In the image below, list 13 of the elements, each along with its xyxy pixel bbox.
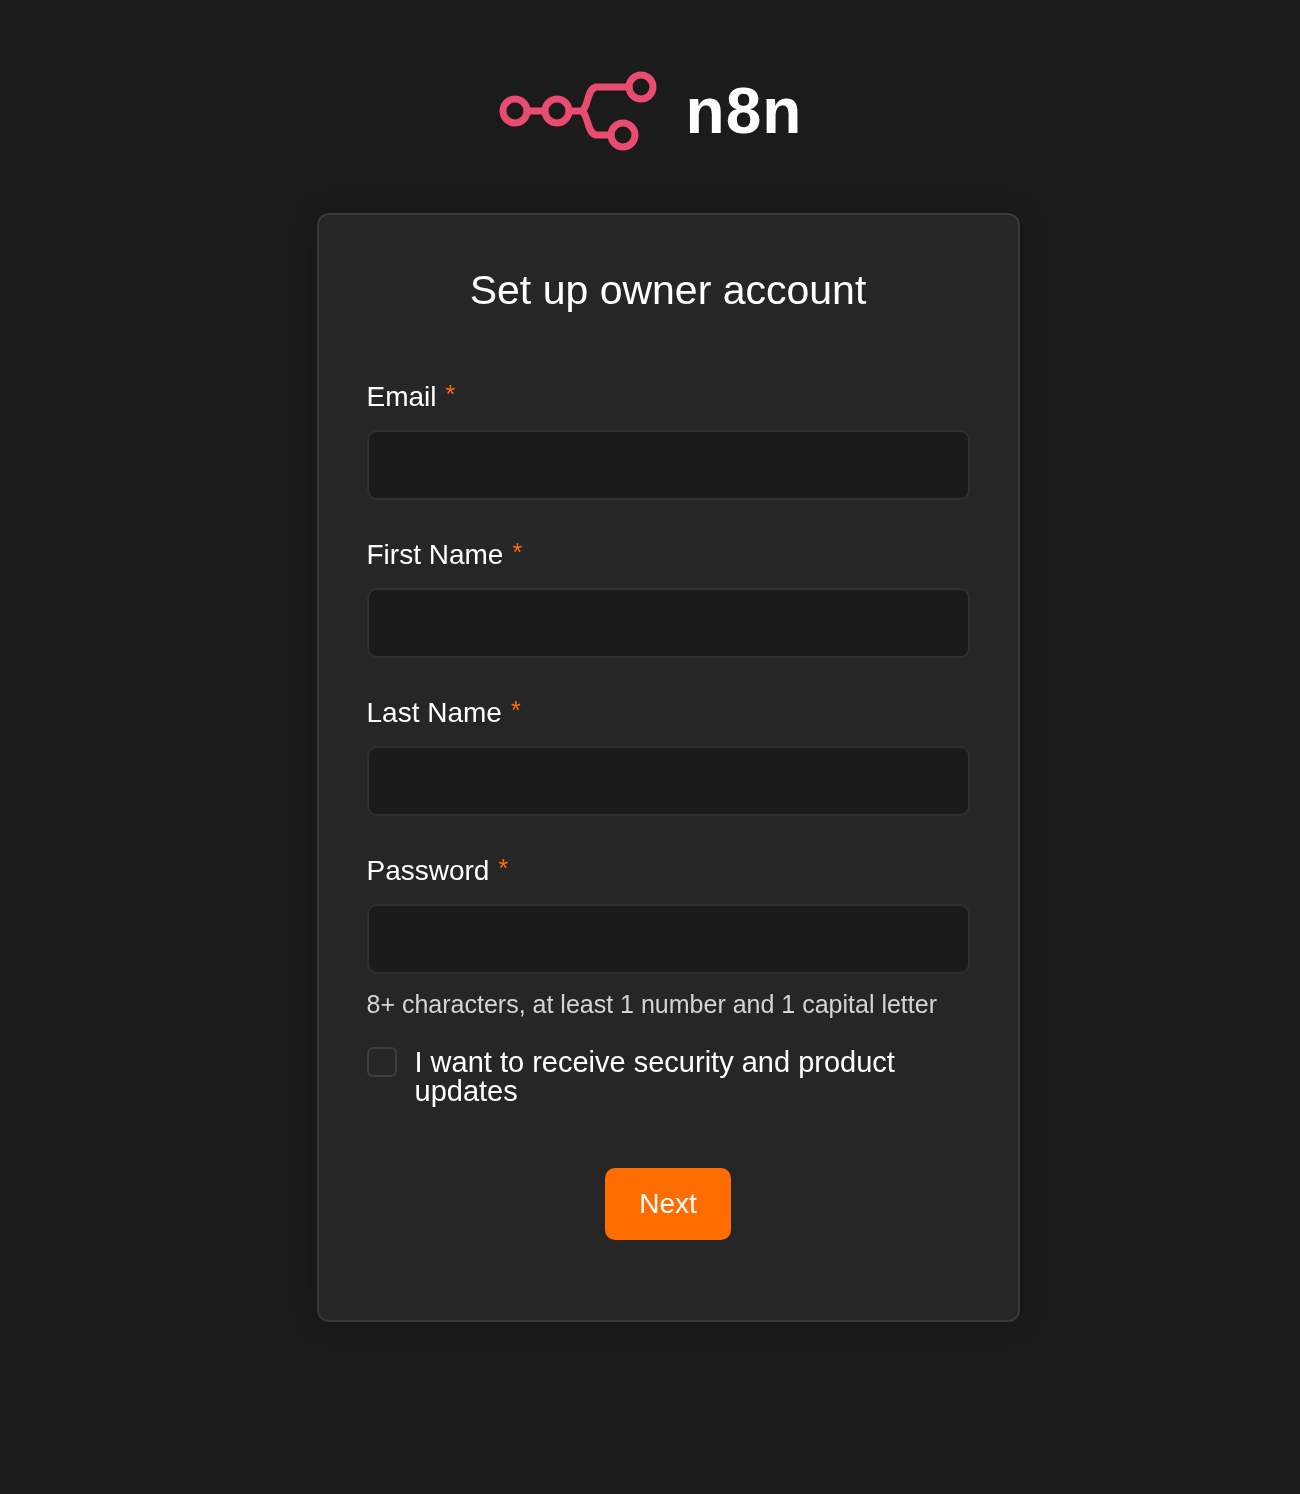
required-asterisk: * [498, 853, 509, 884]
required-asterisk: * [445, 379, 456, 410]
required-asterisk: * [510, 695, 521, 726]
field-label: First Name [366, 539, 504, 571]
field-label: Password [366, 855, 490, 887]
hint-text: 8+ characters, at least 1 number and 1 capital letter [366, 989, 938, 1019]
required-asterisk: * [512, 537, 523, 568]
field-label: Email [366, 381, 437, 413]
checkbox-label: I want to receive security and product updates [414, 1048, 896, 1106]
logo-wordmark: n8n [685, 79, 803, 143]
field-label: Last Name [366, 697, 502, 729]
next-button[interactable]: Next [605, 1168, 731, 1240]
form-title: Set up owner account [468, 267, 868, 313]
